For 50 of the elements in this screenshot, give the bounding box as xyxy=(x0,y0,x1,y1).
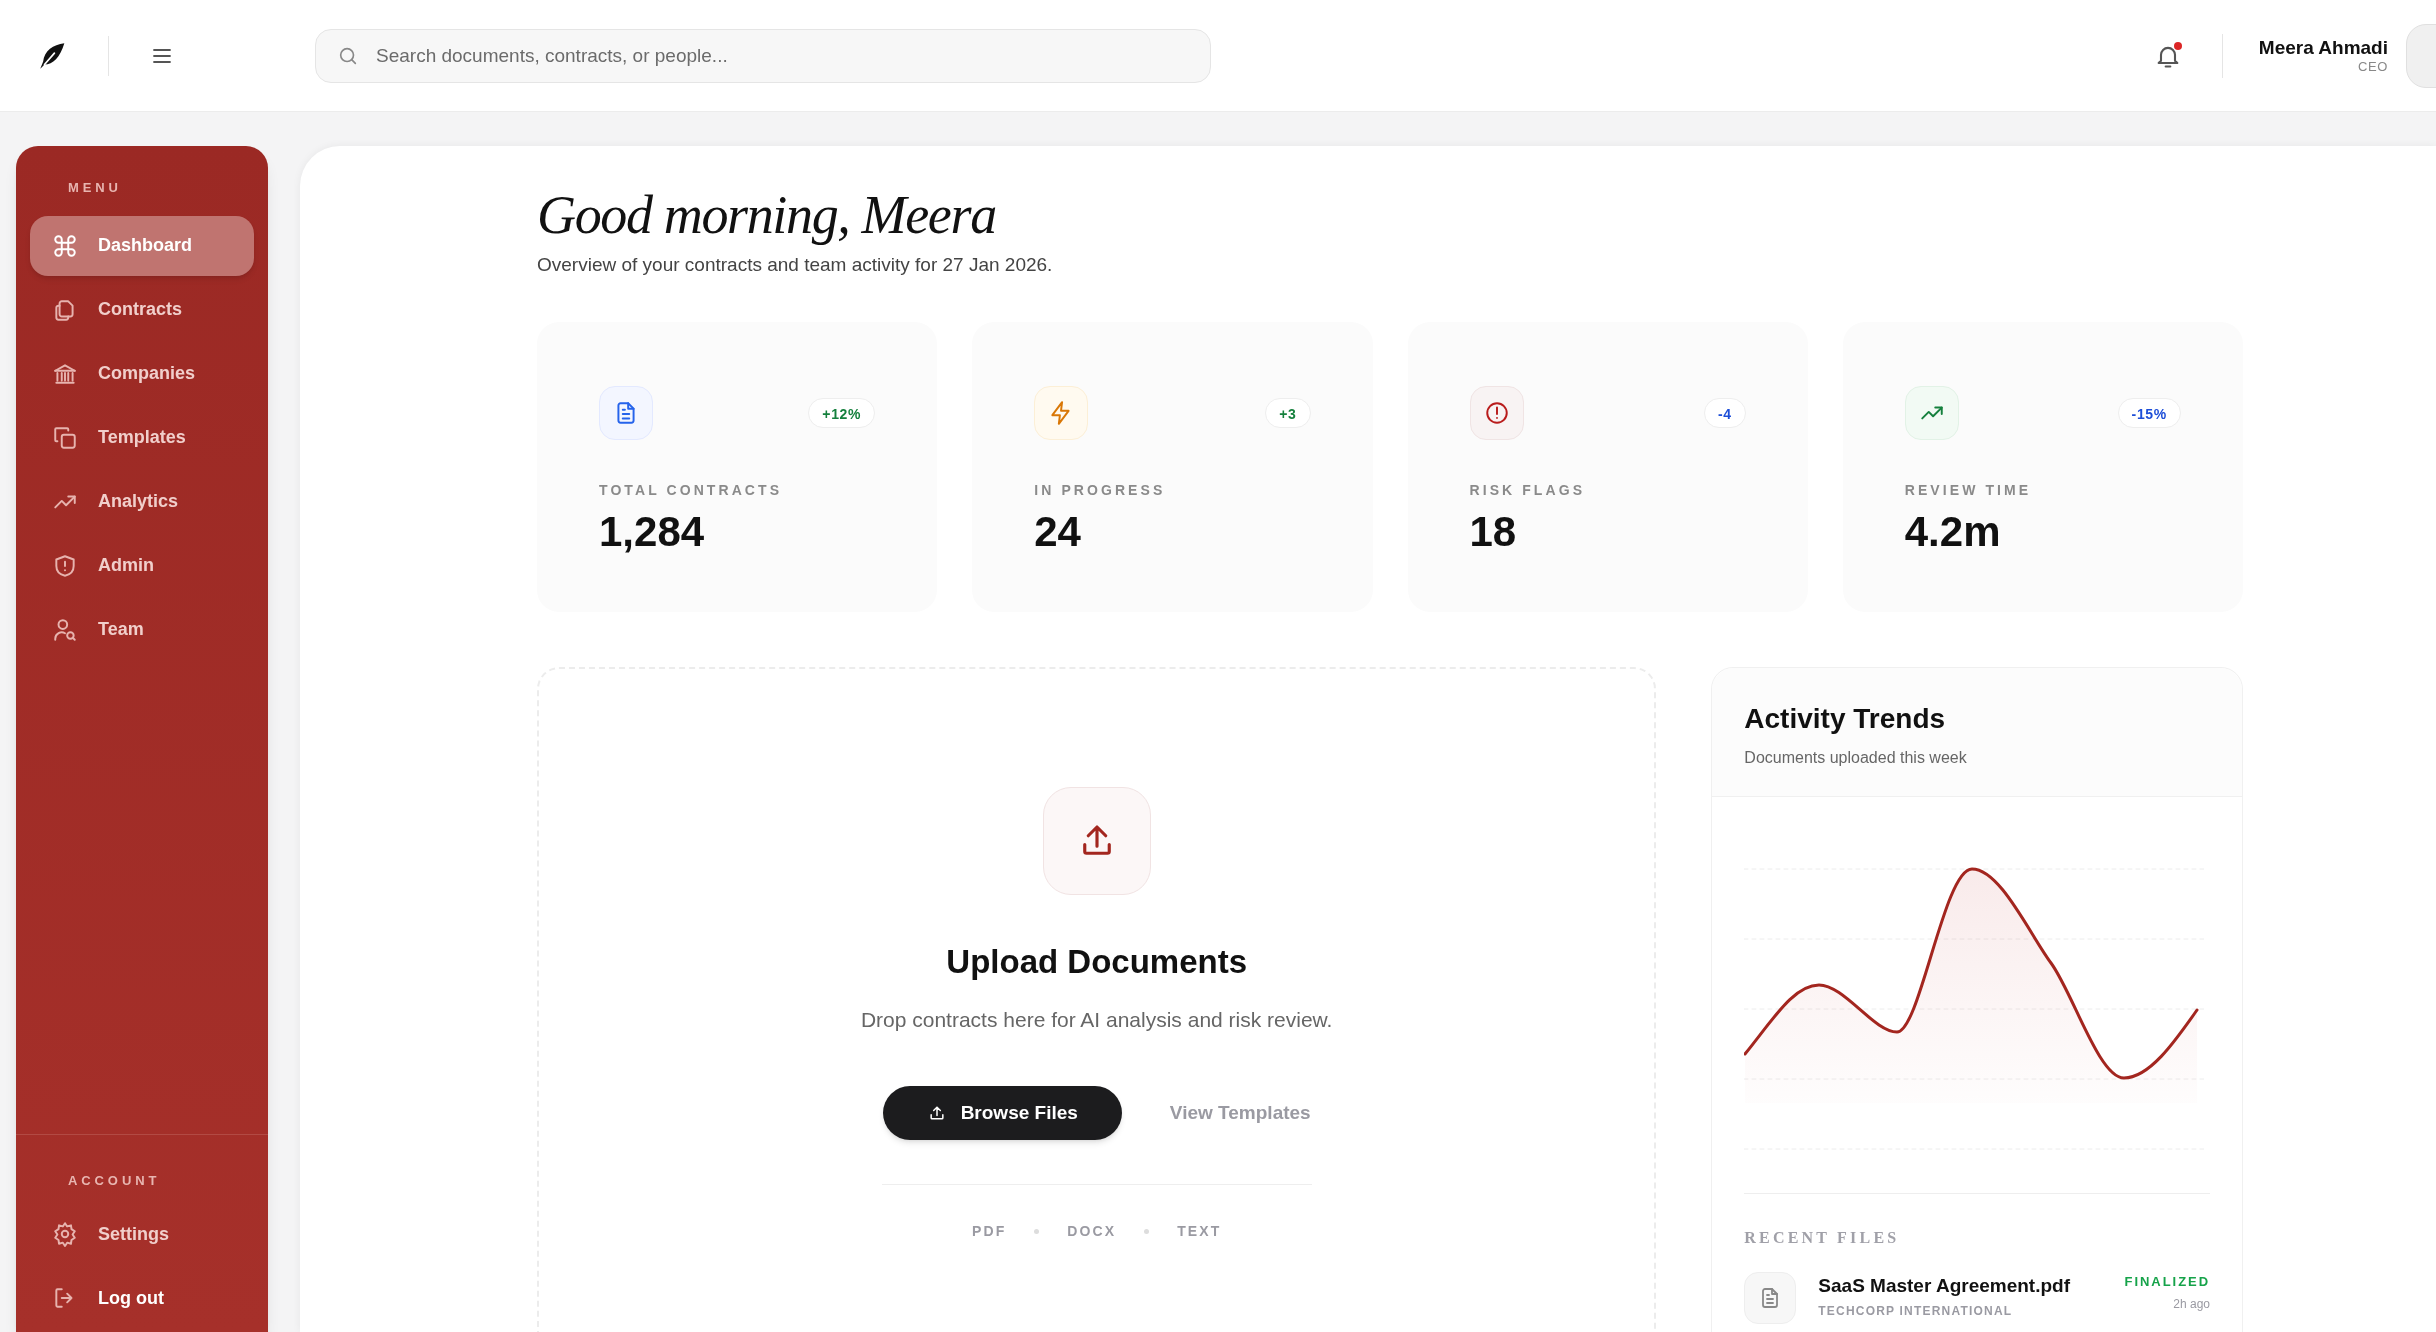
change-badge: +3 xyxy=(1265,397,1311,428)
account-label: ACCOUNT xyxy=(67,1171,162,1190)
user-role: CEO xyxy=(2357,59,2388,76)
change-badge: -15% xyxy=(2117,397,2181,428)
alert-icon xyxy=(1483,399,1510,426)
stat-label: RISK FLAGS xyxy=(1469,480,1587,500)
file-format: DOCX xyxy=(1067,1221,1117,1241)
file-format: PDF xyxy=(972,1221,1007,1241)
nav-item[interactable]: Admin xyxy=(30,535,254,596)
shield-icon xyxy=(52,552,78,579)
upload-subtitle: Drop contracts here for AI analysis and risk review. xyxy=(860,1007,1333,1034)
nav-item[interactable]: Contracts xyxy=(30,279,254,340)
activity-subtitle: Documents uploaded this week xyxy=(1744,747,1968,768)
nav-item[interactable]: Analytics xyxy=(30,471,254,532)
view-templates-link[interactable]: View Templates xyxy=(1169,1098,1311,1128)
greeting-title: Good morning, Meera xyxy=(537,186,997,246)
file-format: TEXT xyxy=(1177,1221,1222,1241)
greeting-subtitle: Overview of your contracts and team activity for 27 Jan 2026. xyxy=(537,253,1054,278)
status-label: FINALIZED xyxy=(2124,1272,2210,1291)
stat-value: 24 xyxy=(1034,510,1082,553)
stat-label: TOTAL CONTRACTS xyxy=(599,480,784,500)
change-badge: -4 xyxy=(1703,397,1746,428)
logout-item[interactable]: Log out xyxy=(30,1268,254,1328)
settings-icon xyxy=(52,1221,78,1247)
command-icon xyxy=(52,232,78,259)
user-search-icon xyxy=(52,616,78,643)
browse-files-button[interactable]: Browse Files xyxy=(882,1085,1122,1140)
nav-item[interactable]: Templates xyxy=(30,407,254,468)
upload-title: Upload Documents xyxy=(946,941,1247,982)
change-badge: +12% xyxy=(808,397,876,428)
settings-item[interactable]: Settings xyxy=(30,1204,254,1264)
recent-files-label: RECENT FILES xyxy=(1743,1227,1901,1248)
stat-label: IN PROGRESS xyxy=(1034,480,1167,500)
recent-file-row[interactable]: SaaS Master Agreement.pdf TECHCORP INTERNATIONAL FINALIZED 2h ago xyxy=(1712,1271,2242,1324)
search-field[interactable]: Search documents, contracts, or people... xyxy=(315,28,1211,83)
activity-title: Activity Trends xyxy=(1744,701,1947,736)
stat-label: REVIEW TIME xyxy=(1904,480,2033,500)
copy-icon xyxy=(52,424,78,451)
file-time: 2h ago xyxy=(2173,1296,2210,1314)
user-name: Meera Ahmadi xyxy=(2258,35,2388,60)
stat-value: 4.2m xyxy=(1904,510,2002,553)
menu-label: MENU xyxy=(67,179,123,197)
stat-value: 18 xyxy=(1469,510,1518,553)
file-name: SaaS Master Agreement.pdf xyxy=(1818,1273,2071,1298)
nav-item[interactable]: Dashboard xyxy=(30,215,254,276)
stat-value: 1,284 xyxy=(599,510,706,553)
nav-item[interactable]: Team xyxy=(30,599,254,660)
upload-dropzone[interactable]: Upload Documents Drop contracts here for AI analysis and risk review. Browse Files View Templates PDF DOCX TEXT xyxy=(537,666,1657,1332)
file-company: TECHCORP INTERNATIONAL xyxy=(1818,1303,2014,1321)
nav-item[interactable]: Companies xyxy=(30,343,254,404)
